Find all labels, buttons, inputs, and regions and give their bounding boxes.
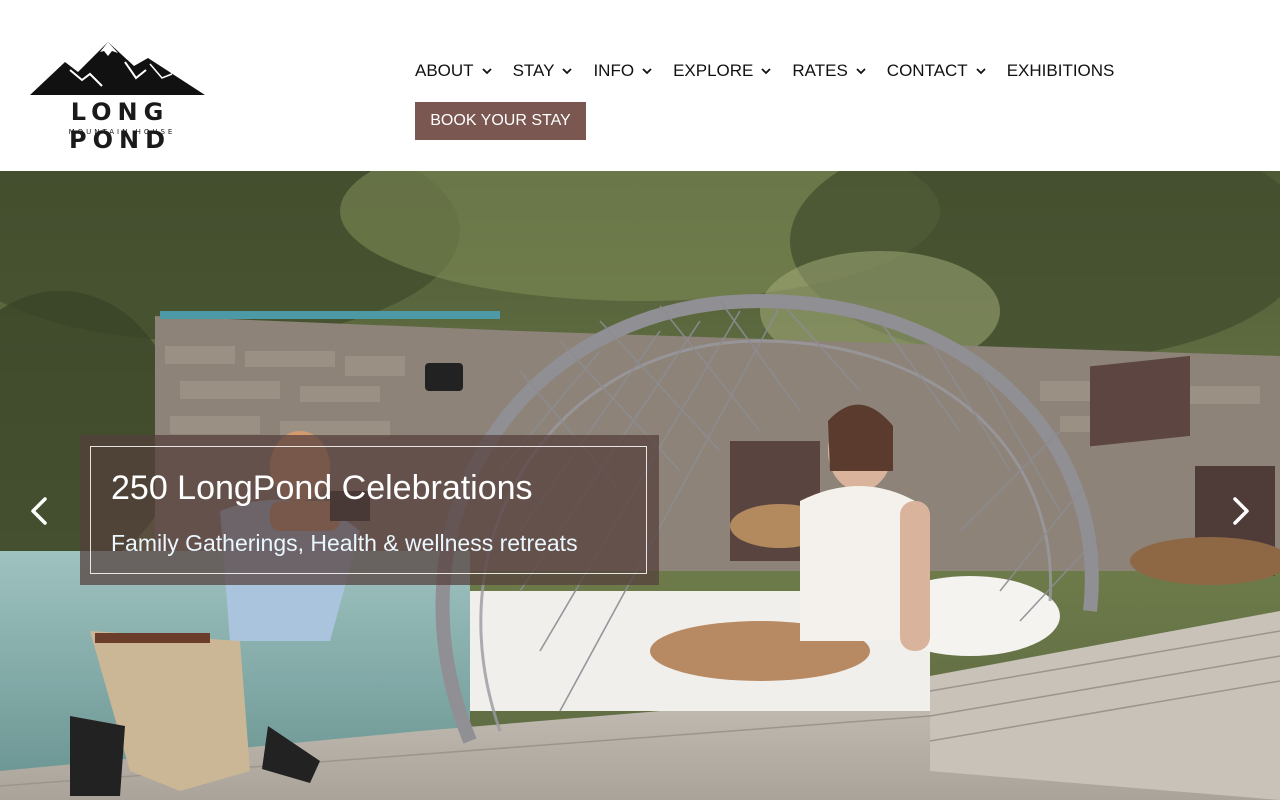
slider-prev-button[interactable] — [20, 491, 60, 531]
chevron-down-icon — [481, 68, 492, 75]
nav-item-label: EXPLORE — [673, 61, 754, 80]
nav-item-label: ABOUT — [415, 61, 474, 80]
chevron-left-icon — [31, 497, 47, 525]
nav-item-label: CONTACT — [886, 61, 968, 80]
nav-item-label: INFO — [593, 61, 635, 80]
nav-item-info[interactable]: INFO — [593, 61, 653, 81]
book-your-stay-button[interactable]: BOOK YOUR STAY — [415, 102, 586, 140]
logo-subtitle: MOUNTAIN HOUSE — [68, 128, 176, 136]
site-logo[interactable]: LONG POND MOUNTAIN HOUSE — [20, 40, 220, 154]
slide-title: 250 LongPond Celebrations — [111, 469, 533, 507]
chevron-down-icon — [642, 68, 652, 75]
nav-item-about[interactable]: ABOUT — [415, 61, 493, 81]
hero-slider: 250 LongPond Celebrations Family Gatheri… — [0, 171, 1280, 800]
chevron-down-icon — [562, 68, 573, 75]
chevron-right-icon — [1233, 497, 1249, 525]
chevron-down-icon — [856, 68, 866, 75]
mountain-logo-icon — [30, 42, 205, 95]
nav-item-label: RATES — [792, 61, 848, 80]
nav-item-explore[interactable]: EXPLORE — [673, 61, 772, 81]
site-header: LONG POND MOUNTAIN HOUSE ABOUT STAY INFO… — [0, 0, 1280, 171]
slide-caption-frame: 250 LongPond Celebrations Family Gatheri… — [90, 446, 647, 574]
slider-next-button[interactable] — [1220, 491, 1260, 531]
nav-item-rates[interactable]: RATES — [792, 61, 866, 81]
nav-item-stay[interactable]: STAY — [513, 61, 574, 81]
logo-title: LONG POND — [69, 98, 171, 154]
main-nav: ABOUT STAY INFO EXPLORE RATES CONTACT EX… — [415, 58, 1114, 84]
chevron-down-icon — [761, 68, 772, 75]
nav-item-label: STAY — [512, 61, 555, 80]
nav-item-exhibitions[interactable]: EXHIBITIONS — [1007, 61, 1115, 81]
nav-item-contact[interactable]: CONTACT — [887, 61, 987, 81]
chevron-down-icon — [976, 68, 986, 75]
slide-caption: 250 LongPond Celebrations Family Gatheri… — [80, 435, 659, 585]
slide-subtitle: Family Gatherings, Health & wellness ret… — [111, 530, 578, 556]
nav-item-label: EXHIBITIONS — [1006, 61, 1115, 80]
